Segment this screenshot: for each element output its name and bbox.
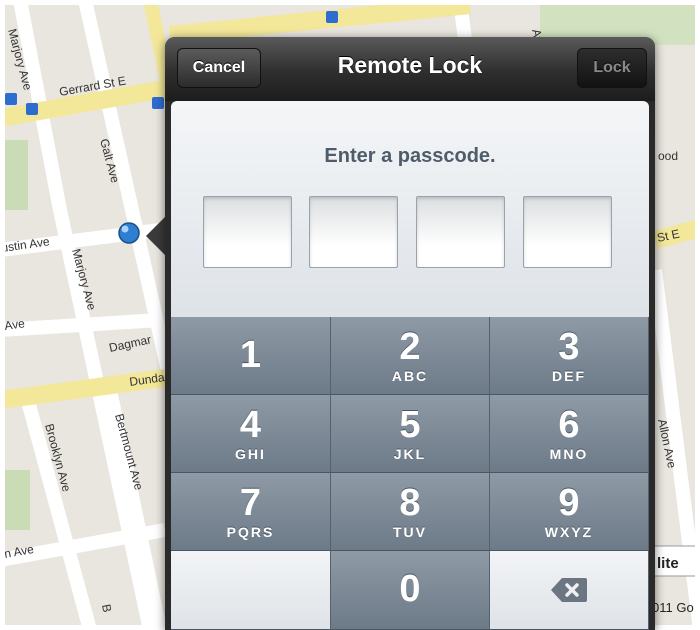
key-letters: MNO [549, 446, 589, 462]
passcode-digit-box[interactable] [416, 196, 505, 268]
numeric-keypad: 1 2 ABC 3 DEF 4 GHI 5 JKL 6 MNO 7 PQRS 8… [171, 317, 649, 630]
blank-key [171, 551, 331, 630]
street-label: Ave [3, 316, 26, 333]
key-digit: 0 [399, 568, 421, 610]
key-digit: 9 [558, 482, 580, 524]
key-digit: 3 [558, 326, 580, 368]
key-digit: 8 [399, 482, 421, 524]
key-letters: DEF [552, 368, 586, 384]
key-letters: TUV [393, 524, 427, 540]
passcode-digit-box[interactable] [203, 196, 292, 268]
passcode-digit-box[interactable] [309, 196, 398, 268]
key-letters: GHI [235, 446, 266, 462]
key-letters: PQRS [226, 524, 275, 540]
remote-lock-popover: Cancel Remote Lock Lock Enter a passcode… [165, 37, 655, 630]
passcode-entry-area: Enter a passcode. [171, 101, 649, 322]
satellite-toggle-label[interactable]: lite [657, 555, 679, 572]
lock-button[interactable]: Lock [577, 48, 647, 88]
key-4[interactable]: 4 GHI [171, 395, 331, 473]
key-letters: JKL [393, 446, 427, 462]
key-digit: 7 [239, 482, 262, 524]
map-copyright: 011 Go [652, 600, 694, 615]
location-pin-icon[interactable] [118, 222, 140, 244]
key-7[interactable]: 7 PQRS [171, 473, 331, 551]
key-0[interactable]: 0 [331, 551, 490, 630]
popover-arrow [146, 216, 166, 256]
key-digit: 6 [558, 404, 580, 446]
key-9[interactable]: 9 WXYZ [490, 473, 649, 551]
key-5[interactable]: 5 JKL [331, 395, 490, 473]
backspace-icon [551, 578, 587, 602]
navigation-bar: Cancel Remote Lock Lock [165, 37, 655, 101]
key-2[interactable]: 2 ABC [331, 317, 490, 395]
key-3[interactable]: 3 DEF [490, 317, 649, 395]
key-digit: 5 [399, 404, 421, 446]
street-label: ood [658, 149, 678, 163]
key-letters: ABC [391, 368, 429, 384]
key-digit: 1 [239, 334, 262, 376]
passcode-digit-box[interactable] [523, 196, 612, 268]
key-digit: 4 [239, 404, 262, 446]
key-6[interactable]: 6 MNO [490, 395, 649, 473]
key-1[interactable]: 1 [171, 317, 331, 395]
key-8[interactable]: 8 TUV [331, 473, 490, 551]
key-digit: 2 [399, 326, 421, 368]
key-letters: WXYZ [544, 524, 594, 540]
delete-key[interactable] [490, 551, 649, 630]
passcode-prompt: Enter a passcode. [324, 145, 496, 167]
